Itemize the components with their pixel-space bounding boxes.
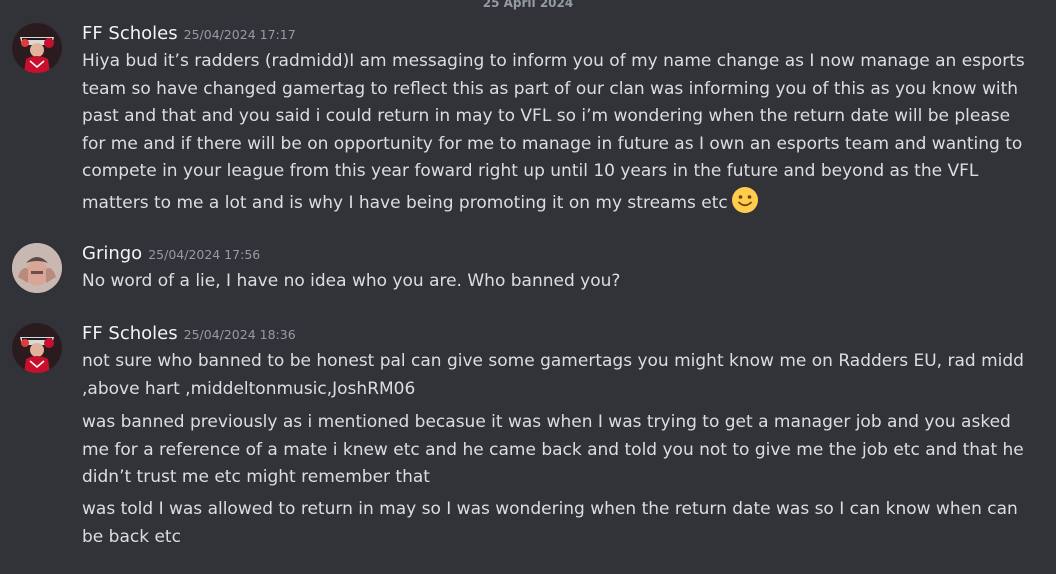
slightly-smiling-face-icon[interactable] xyxy=(731,186,759,224)
avatar[interactable] xyxy=(12,23,62,73)
message-line: compete in your league from this year fo… xyxy=(82,161,979,181)
username[interactable]: FF Scholes xyxy=(82,23,178,44)
message-line: past and that and you said i could retur… xyxy=(82,106,1011,126)
gringo-avatar-icon xyxy=(12,243,62,293)
timestamp[interactable]: 25/04/2024 17:56 xyxy=(148,247,260,262)
message-line: be back etc xyxy=(82,526,181,547)
message-content: Hiya bud it’s radders (radmidd)I am mess… xyxy=(82,48,1025,214)
message-line: didn’t trust me etc might remember that xyxy=(82,467,430,487)
message-content: No word of a lie, I have no idea who you… xyxy=(82,268,1022,296)
ff-scholes-avatar-icon xyxy=(12,23,62,73)
message-line: not sure who banned to be honest pal can… xyxy=(82,351,1024,371)
timestamp[interactable]: 25/04/2024 17:17 xyxy=(184,27,296,42)
message-line: matters to me a lot and is why I have be… xyxy=(82,186,1022,214)
message-line: No word of a lie, I have no idea who you… xyxy=(82,271,621,291)
timestamp[interactable]: 25/04/2024 18:36 xyxy=(184,327,296,342)
message-header: FF Scholes 25/04/2024 18:36 xyxy=(82,321,296,347)
message-line: team so have changed gamertag to reflect… xyxy=(82,78,1019,99)
message-line-text: matters to me a lot and is why I have be… xyxy=(82,192,728,213)
message-line: was banned previously as i mentioned bec… xyxy=(82,412,1011,432)
ff-scholes-avatar-icon xyxy=(12,323,62,373)
avatar[interactable] xyxy=(12,243,62,293)
avatar[interactable] xyxy=(12,323,62,373)
message-line: for me and if there will be on opportuni… xyxy=(82,133,1023,154)
message-line: me for a reference of a mate i knew etc … xyxy=(82,439,1024,460)
date-divider-label: 25 April 2024 xyxy=(478,0,578,11)
username[interactable]: FF Scholes xyxy=(82,323,178,344)
message-header: FF Scholes 25/04/2024 17:17 xyxy=(82,21,296,47)
message-line: Hiya bud it’s radders (radmidd)I am mess… xyxy=(82,51,1025,71)
message-content: not sure who banned to be honest pal can… xyxy=(82,348,1024,403)
message-line: ,above hart ,middeltonmusic,JoshRM06 xyxy=(82,378,416,399)
date-divider: 25 April 2024 xyxy=(0,0,1056,11)
message-line: was told I was allowed to return in may … xyxy=(82,499,1018,519)
username[interactable]: Gringo xyxy=(82,243,142,264)
message-content: was told I was allowed to return in may … xyxy=(82,496,1022,551)
message-header: Gringo 25/04/2024 17:56 xyxy=(82,241,260,267)
message-content: was banned previously as i mentioned bec… xyxy=(82,409,1024,492)
